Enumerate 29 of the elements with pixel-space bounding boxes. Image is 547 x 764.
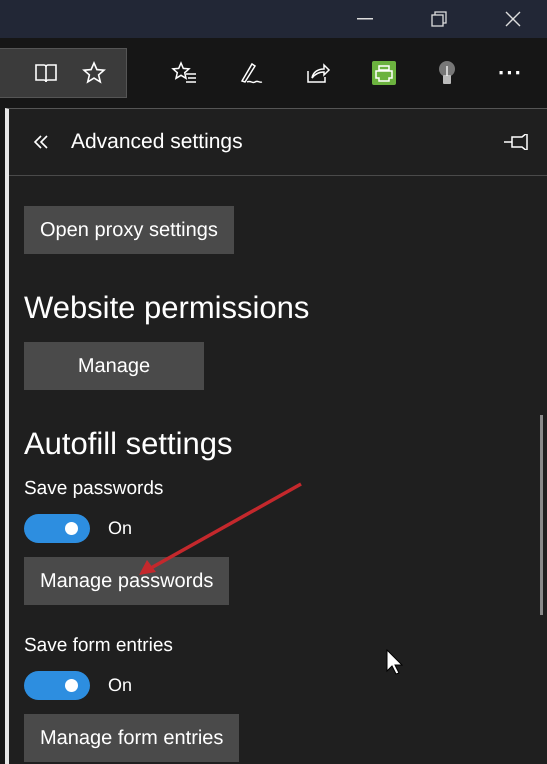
toggle-label: On	[108, 518, 132, 539]
restore-icon[interactable]	[431, 11, 447, 27]
more-button[interactable]: ···	[498, 60, 523, 86]
toggle-switch[interactable]	[24, 671, 90, 700]
section-heading: Website permissions	[24, 290, 310, 326]
section-heading: Autofill settings	[24, 426, 232, 462]
panel-title: Advanced settings	[71, 130, 243, 154]
address-bar[interactable]	[0, 48, 127, 98]
book-icon[interactable]	[34, 62, 58, 84]
minimize-icon[interactable]	[357, 18, 373, 20]
printer-icon[interactable]	[372, 61, 396, 85]
toggle-label: On	[108, 675, 132, 696]
share-icon[interactable]	[305, 61, 331, 85]
favorites-list-icon[interactable]	[171, 61, 197, 85]
settings-button[interactable]: Manage passwords	[24, 557, 230, 605]
scrollbar[interactable]	[540, 415, 543, 615]
settings-button[interactable]: Manage	[24, 342, 204, 390]
toggle-switch[interactable]	[24, 514, 90, 543]
settings-button[interactable]: Manage form entries	[24, 714, 240, 762]
setting-label: Save passwords	[24, 478, 164, 500]
setting-label: Save form entries	[24, 635, 173, 657]
pin-icon[interactable]	[503, 134, 529, 150]
collapse-icon[interactable]	[33, 134, 49, 150]
star-icon[interactable]	[82, 61, 106, 85]
close-icon[interactable]	[505, 11, 521, 27]
lightbulb-icon[interactable]	[437, 60, 457, 86]
cursor-icon	[386, 649, 404, 675]
pen-icon[interactable]	[238, 61, 264, 85]
settings-button[interactable]: Open proxy settings	[24, 206, 234, 254]
